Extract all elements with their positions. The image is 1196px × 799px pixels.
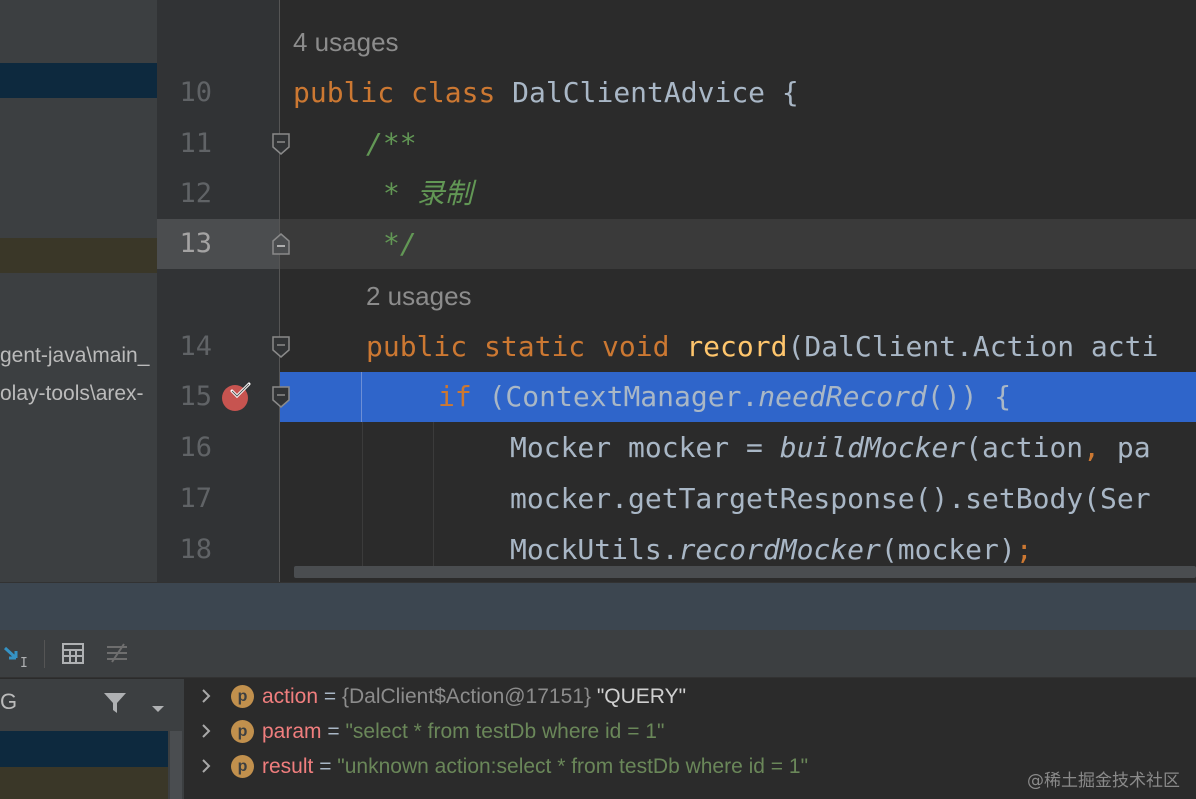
code-keyword: void [602, 330, 670, 363]
horizontal-scrollbar[interactable] [294, 566, 1196, 578]
fold-icon[interactable] [271, 133, 291, 155]
toolbar-separator [44, 640, 45, 668]
variable-equals: = [318, 685, 342, 708]
thread-selector-label[interactable]: G [0, 689, 17, 715]
code-punctuation: , [1083, 431, 1101, 464]
usages-hint[interactable]: 4 usages [293, 17, 399, 67]
code-class-name: DalClientAdvice [512, 76, 766, 109]
indent-guide [361, 372, 362, 422]
parameter-badge: p [231, 720, 254, 743]
project-tree-row[interactable] [0, 238, 157, 273]
parameter-badge: p [231, 685, 254, 708]
variable-equals: = [321, 720, 346, 743]
breakpoint-icon[interactable] [221, 382, 251, 412]
variable-text: result = "unknown action:select * from t… [262, 749, 808, 784]
variable-value: "select * from testDb where id = 1" [345, 720, 665, 743]
variable-name: result [262, 755, 314, 778]
variable-text: param = "select * from testDb where id =… [262, 714, 664, 749]
dropdown-arrow-icon[interactable] [150, 699, 166, 718]
fold-icon[interactable] [271, 336, 291, 358]
frames-panel: G [0, 679, 185, 799]
variable-equals: = [313, 755, 338, 778]
line-number: 14 [179, 331, 212, 362]
caret-line-highlight [157, 219, 1196, 269]
code-keyword: if [438, 380, 472, 413]
code-keyword: class [411, 76, 496, 109]
indent-guide [433, 422, 434, 566]
line-number: 15 [179, 381, 212, 412]
stack-frame[interactable] [0, 767, 168, 799]
code-line-10[interactable]: public class DalClientAdvice { [293, 68, 799, 118]
code-text: (ContextManager. [488, 380, 759, 413]
variable-value: "QUERY" [590, 685, 687, 708]
code-text: pa [1100, 431, 1151, 464]
stack-frame-selected[interactable] [0, 731, 168, 767]
watermark: @稀土掘金技术社区 [1027, 771, 1180, 791]
code-brace: { [781, 76, 799, 109]
code-method-call: recordMocker [678, 533, 881, 566]
step-into-icon[interactable]: I [2, 640, 30, 671]
debug-toolbar [0, 630, 1196, 678]
variable-value: "unknown action:select * from testDb whe… [337, 755, 809, 778]
code-line-13[interactable]: */ [383, 219, 417, 269]
fold-icon[interactable] [271, 386, 291, 408]
filter-icon[interactable] [102, 691, 128, 719]
code-keyword: public [293, 76, 395, 109]
code-line-17[interactable]: mocker.getTargetResponse().setBody(Ser [510, 474, 1151, 524]
project-path-item[interactable]: gent-java\main_ [0, 344, 149, 368]
code-text: Mocker mocker = [510, 431, 780, 464]
variable-name: param [262, 720, 322, 743]
code-line-16[interactable]: Mocker mocker = buildMocker(action, pa [510, 423, 1151, 473]
line-number: 17 [179, 483, 212, 514]
svg-text:I: I [20, 656, 28, 668]
line-number: 11 [179, 128, 212, 159]
code-keyword: public [366, 330, 468, 363]
code-text: MockUtils. [510, 533, 679, 566]
code-method-name: record [686, 330, 788, 363]
code-line-12[interactable]: * 录制 [383, 169, 473, 219]
usages-hint[interactable]: 2 usages [366, 271, 472, 321]
variable-row-action[interactable]: p action = {DalClient$Action@17151} "QUE… [186, 679, 1196, 714]
code-params: (DalClient.Action acti [787, 330, 1159, 363]
line-number: 13 [179, 228, 212, 259]
code-text: (action [965, 431, 1084, 464]
variable-name: action [262, 685, 319, 708]
evaluate-table-icon[interactable] [60, 640, 88, 668]
line-number: 12 [179, 178, 212, 209]
code-line-15[interactable]: if (ContextManager.needRecord()) { [438, 372, 1011, 422]
project-panel: gent-java\main_ olay-tools\arex- [0, 0, 157, 582]
variable-object-ref: {DalClient$Action@17151} [341, 685, 591, 708]
project-path-item[interactable]: olay-tools\arex- [0, 382, 144, 406]
indent-guide [362, 422, 363, 566]
line-number: 16 [179, 432, 212, 463]
expand-chevron-icon[interactable] [200, 749, 214, 795]
fold-icon[interactable] [271, 233, 291, 255]
variable-row-param[interactable]: p param = "select * from testDb where id… [186, 714, 1196, 749]
line-number: 10 [179, 77, 212, 108]
code-line-11[interactable]: /** [366, 119, 417, 169]
vertical-scrollbar[interactable] [170, 731, 182, 799]
code-line-14[interactable]: public static void record(DalClient.Acti… [366, 322, 1158, 372]
code-method-call: buildMocker [779, 431, 966, 464]
parameter-badge: p [231, 755, 254, 778]
gutter-divider [279, 0, 280, 582]
debug-tool-window-header [0, 582, 1196, 630]
project-tree-selected-row[interactable] [0, 63, 157, 98]
settings-list-icon[interactable] [104, 640, 132, 668]
code-editor[interactable]: 4 usages 2 usages 10 11 12 13 14 15 16 1… [157, 0, 1196, 582]
code-method-call: needRecord [758, 380, 927, 413]
code-text: (mocker) [880, 533, 1016, 566]
code-keyword: static [484, 330, 586, 363]
variable-text: action = {DalClient$Action@17151} "QUERY… [262, 679, 686, 714]
code-punctuation: ; [1015, 533, 1033, 566]
line-number: 18 [179, 534, 212, 565]
code-text: ()) { [926, 380, 1012, 413]
